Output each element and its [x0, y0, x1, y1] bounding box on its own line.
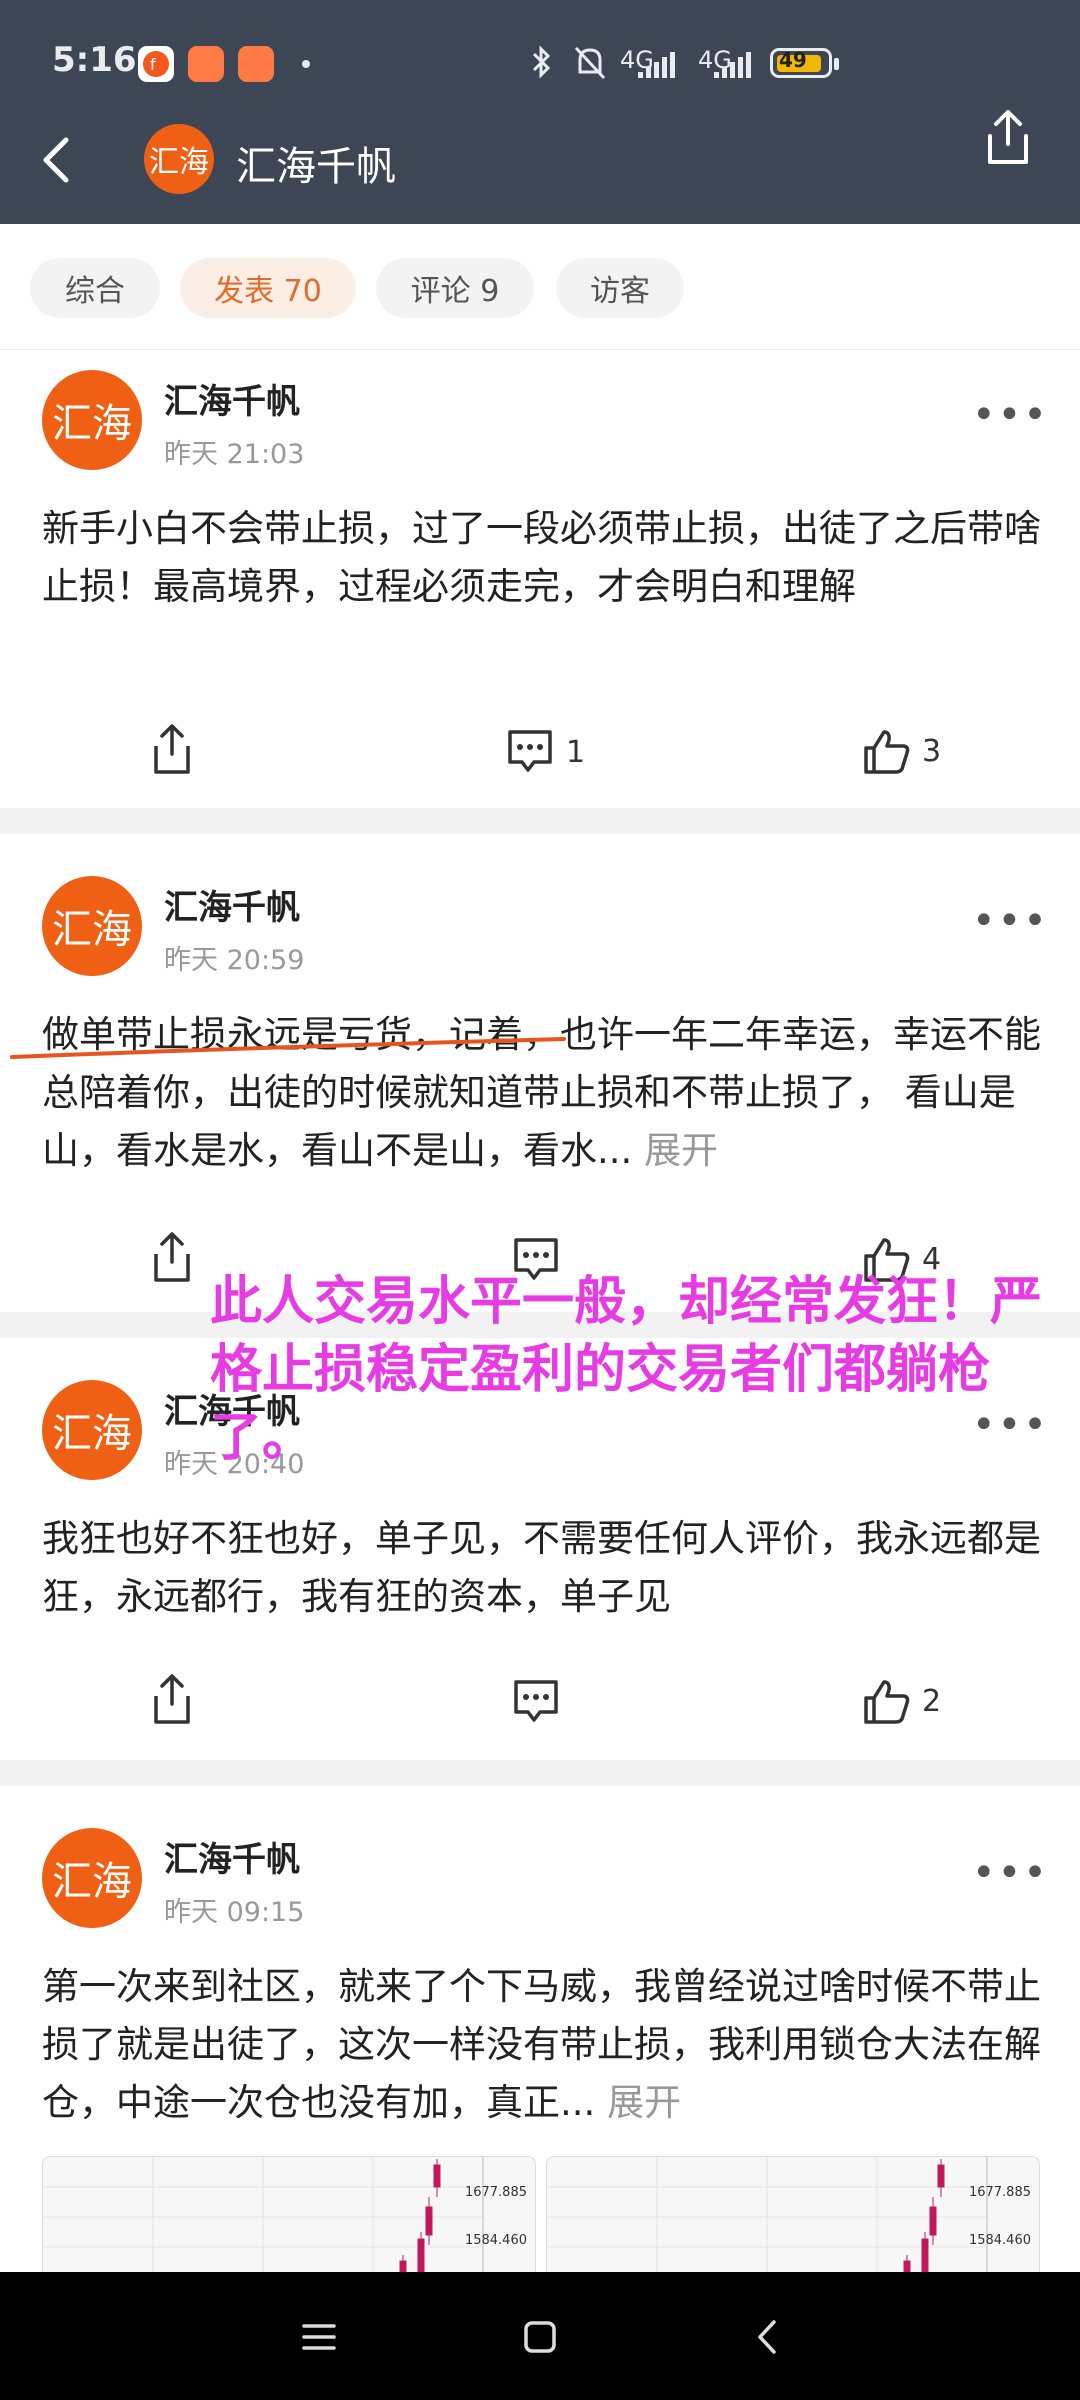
share-icon — [154, 1232, 190, 1282]
post-image[interactable]: 1677.885 1584.460 — [42, 2156, 536, 2272]
mute-bell-icon — [574, 46, 606, 80]
avatar[interactable]: 汇海 — [42, 876, 142, 976]
post-text[interactable]: 第一次来到社区，就来了个下马威，我曾经说过啥时候不带止损了就是出徒了，这次一样没… — [42, 1958, 1042, 2132]
signal-icon — [638, 52, 675, 78]
post-text[interactable]: 我狂也好不狂也好，单子见，不需要任何人评价，我永远都是狂，永远都行，我有狂的资本… — [42, 1510, 1042, 1626]
status-bar: 5:16 f 4G 4G 49 — [0, 0, 1080, 124]
price-label-lower: 1584.460 — [464, 2233, 527, 2248]
tab-posts[interactable]: 发表 70 — [180, 258, 356, 318]
post-author[interactable]: 汇海千帆 — [164, 374, 300, 423]
candlestick-chart-thumbnail — [547, 2157, 988, 2272]
post-text-body: 第一次来到社区，就来了个下马威，我曾经说过啥时候不带止损了就是出徒了，这次一样没… — [42, 1965, 1041, 2124]
tab-comments[interactable]: 评论 9 — [376, 258, 534, 318]
share-icon[interactable] — [980, 108, 1036, 168]
thumbs-up-icon — [864, 1680, 910, 1724]
candlestick-chart-thumbnail — [43, 2157, 484, 2272]
bluetooth-icon — [532, 45, 551, 79]
like-action[interactable]: 3 — [862, 726, 941, 776]
avatar[interactable]: 汇海 — [42, 1828, 142, 1928]
more-options-icon[interactable]: ••• — [972, 392, 1049, 438]
post-time: 昨天 09:15 — [164, 1897, 305, 1928]
post-separator — [0, 1760, 1080, 1786]
page-title: 汇海千帆 — [236, 144, 396, 190]
shop-notification-icon-2 — [238, 46, 274, 82]
comment-count: 1 — [566, 734, 586, 770]
system-nav-bar — [0, 2272, 1080, 2400]
post-time: 昨天 20:59 — [164, 945, 305, 976]
svg-text:f: f — [150, 55, 156, 74]
back-arrow-icon[interactable] — [30, 130, 90, 190]
battery-level: 49 — [779, 48, 807, 72]
more-options-icon[interactable]: ••• — [972, 1850, 1049, 1896]
post-text[interactable]: 新手小白不会带止损，过了一段必须带止损，出徒了之后带啥止损！最高境界，过程必须走… — [42, 500, 1042, 616]
share-action[interactable] — [150, 1230, 194, 1284]
avatar[interactable]: 汇海 — [42, 370, 142, 470]
share-action[interactable] — [150, 1672, 194, 1726]
share-icon — [154, 724, 190, 774]
share-icon — [154, 1674, 190, 1724]
post-separator — [0, 808, 1080, 834]
expand-link[interactable]: 展开 — [644, 1129, 718, 1172]
post-text[interactable]: 做单带止损永远是亏货，记着，也许一年二年幸运，幸运不能总陪着你，出徒的时候就知道… — [42, 1006, 1042, 1180]
share-action[interactable] — [150, 722, 194, 776]
avatar[interactable]: 汇海 — [42, 1380, 142, 1480]
post-author[interactable]: 汇海千帆 — [164, 1832, 300, 1881]
status-time: 5:16 — [52, 40, 137, 80]
expand-link[interactable]: 展开 — [607, 2081, 681, 2124]
menu-icon[interactable] — [294, 2312, 344, 2362]
shop-notification-icon — [188, 46, 224, 82]
post-card[interactable]: 汇海 汇海千帆 昨天 20:59 ••• 做单带止损永远是亏货，记着，也许一年二… — [0, 834, 1080, 1312]
price-label-upper: 1677.885 — [464, 2185, 527, 2200]
like-count: 3 — [922, 733, 942, 769]
annotation-text: 此人交易水平一般，却经常发狂！严格止损稳定盈利的交易者们都躺枪了。 — [210, 1272, 1043, 1468]
like-count: 2 — [922, 1683, 942, 1719]
post-author[interactable]: 汇海千帆 — [164, 880, 300, 929]
post-card[interactable]: 汇海 汇海千帆 昨天 21:03 ••• 新手小白不会带止损，过了一段必须带止损… — [0, 350, 1080, 808]
app-header: 5:16 f 4G 4G 49 汇海 汇海千帆 — [0, 0, 1080, 224]
battery-icon: 49 — [770, 48, 839, 78]
back-icon[interactable] — [744, 2312, 794, 2362]
comment-icon — [514, 1680, 558, 1722]
signal-icon-2 — [714, 52, 751, 78]
price-label-upper: 1677.885 — [968, 2185, 1031, 2200]
comment-action[interactable]: 1 — [504, 728, 585, 776]
tab-visitors[interactable]: 访客 — [556, 258, 684, 318]
post-image[interactable]: 1677.885 1584.460 — [546, 2156, 1040, 2272]
app-notification-icon: f — [138, 46, 174, 82]
header-avatar[interactable]: 汇海 — [144, 124, 214, 194]
more-notifications-dot — [302, 60, 310, 68]
home-icon[interactable] — [515, 2312, 565, 2362]
thumbs-up-icon — [864, 730, 910, 774]
annotation-underline — [10, 1037, 566, 1059]
like-action[interactable]: 2 — [862, 1676, 941, 1726]
more-options-icon[interactable]: ••• — [972, 898, 1049, 944]
tab-overview[interactable]: 综合 — [30, 258, 160, 318]
post-time: 昨天 21:03 — [164, 439, 305, 470]
comment-action[interactable] — [510, 1678, 562, 1726]
price-label-lower: 1584.460 — [968, 2233, 1031, 2248]
tab-bar: 综合 发表 70 评论 9 访客 — [0, 224, 1080, 350]
comment-icon — [508, 730, 552, 772]
